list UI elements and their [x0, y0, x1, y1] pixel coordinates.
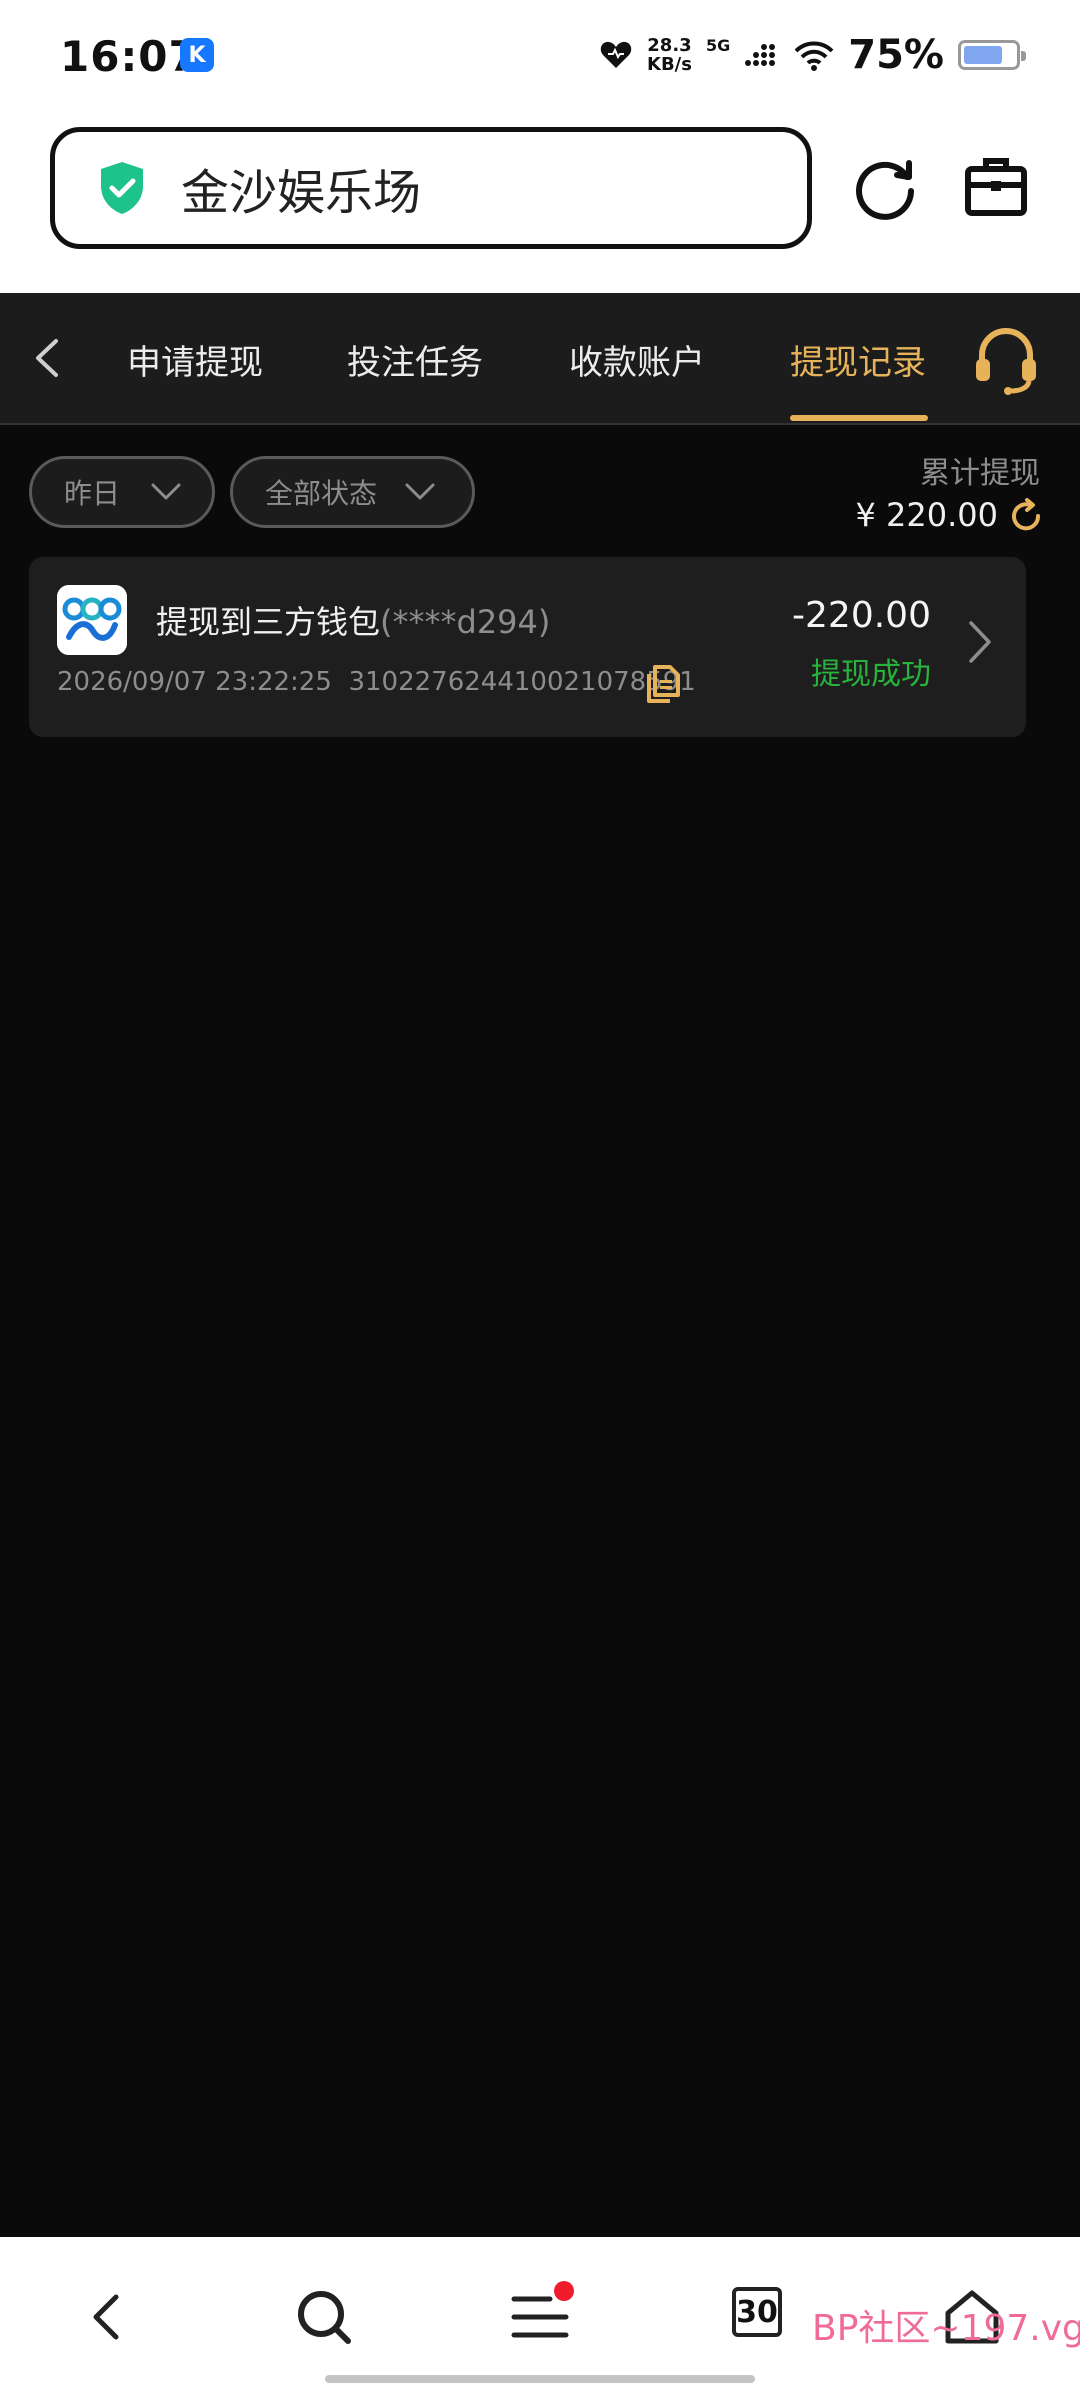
wifi-icon: [794, 41, 834, 71]
total-withdraw-value: ¥ 220.00: [855, 496, 999, 534]
customer-service-headset-icon[interactable]: [970, 323, 1042, 395]
battery-fill: [964, 46, 1002, 64]
address-field[interactable]: 金沙娱乐场: [50, 127, 812, 249]
network-type: 5G: [705, 35, 731, 55]
toolbox-icon[interactable]: [964, 153, 1028, 217]
shield-check-icon: [101, 162, 143, 214]
notification-dot: [554, 2281, 574, 2301]
site-title: 金沙娱乐场: [181, 165, 422, 221]
withdraw-header: 申请提现 投注任务 收款账户 提现记录: [0, 293, 1080, 425]
masked-account: (****d294): [380, 603, 551, 641]
battery-icon: [958, 40, 1026, 70]
tab-apply-withdraw[interactable]: 申请提现: [127, 335, 263, 384]
refresh-icon[interactable]: [1008, 498, 1044, 534]
record-title: 提现到三方钱包(****d294): [156, 603, 551, 641]
active-tab-indicator: [790, 415, 928, 421]
back-icon[interactable]: [78, 2287, 138, 2347]
cell-signal-icon: [745, 44, 776, 66]
k-app-icon: K: [180, 38, 214, 72]
status-filter-label: 全部状态: [265, 477, 378, 510]
back-arrow-icon[interactable]: [24, 333, 70, 383]
network-speed: 28.3 KB/s: [647, 35, 692, 75]
reload-icon[interactable]: [853, 155, 921, 223]
tab-payee-accounts[interactable]: 收款账户: [569, 335, 705, 384]
browser-bottom-nav: 30 BP社区~197.vg: [0, 2237, 1080, 2388]
chevron-down-icon: [405, 483, 435, 500]
heart-icon: [600, 41, 632, 68]
record-status: 提现成功: [811, 657, 931, 692]
record-meta: 2026/09/07 23:22:25 31022762441002107859…: [57, 667, 696, 697]
chevron-right-icon: [969, 621, 991, 663]
battery-percent: 75%: [848, 32, 944, 78]
chevron-down-icon: [151, 483, 181, 500]
status-indicators: 28.3 KB/s 5G 75%: [599, 30, 1026, 80]
tab-withdraw-records[interactable]: 提现记录: [790, 335, 926, 384]
tabs-count-button[interactable]: 30: [732, 2287, 782, 2337]
tab-betting-tasks[interactable]: 投注任务: [347, 335, 483, 384]
wallet-logo-icon: [57, 585, 127, 655]
status-filter-dropdown[interactable]: 全部状态: [230, 456, 475, 528]
copy-icon[interactable]: [646, 665, 680, 703]
date-filter-dropdown[interactable]: 昨日: [29, 456, 215, 528]
status-bar: 16:07 K 28.3 KB/s 5G 75%: [0, 0, 1080, 115]
gesture-bar[interactable]: [325, 2375, 755, 2383]
record-amount: -220.00: [792, 595, 931, 636]
watermark-text: BP社区~197.vg: [812, 2308, 1080, 2349]
status-time: 16:07: [60, 32, 199, 81]
withdraw-record-card[interactable]: 提现到三方钱包(****d294) 2026/09/07 23:22:25 31…: [29, 557, 1026, 737]
record-order-number: 310227624410021078591: [348, 667, 696, 697]
browser-toolbar: 金沙娱乐场: [0, 115, 1080, 293]
total-withdraw-label: 累计提现: [920, 456, 1040, 491]
record-datetime: 2026/09/07 23:22:25: [57, 667, 332, 697]
date-filter-label: 昨日: [64, 477, 121, 510]
search-icon[interactable]: [294, 2287, 354, 2347]
